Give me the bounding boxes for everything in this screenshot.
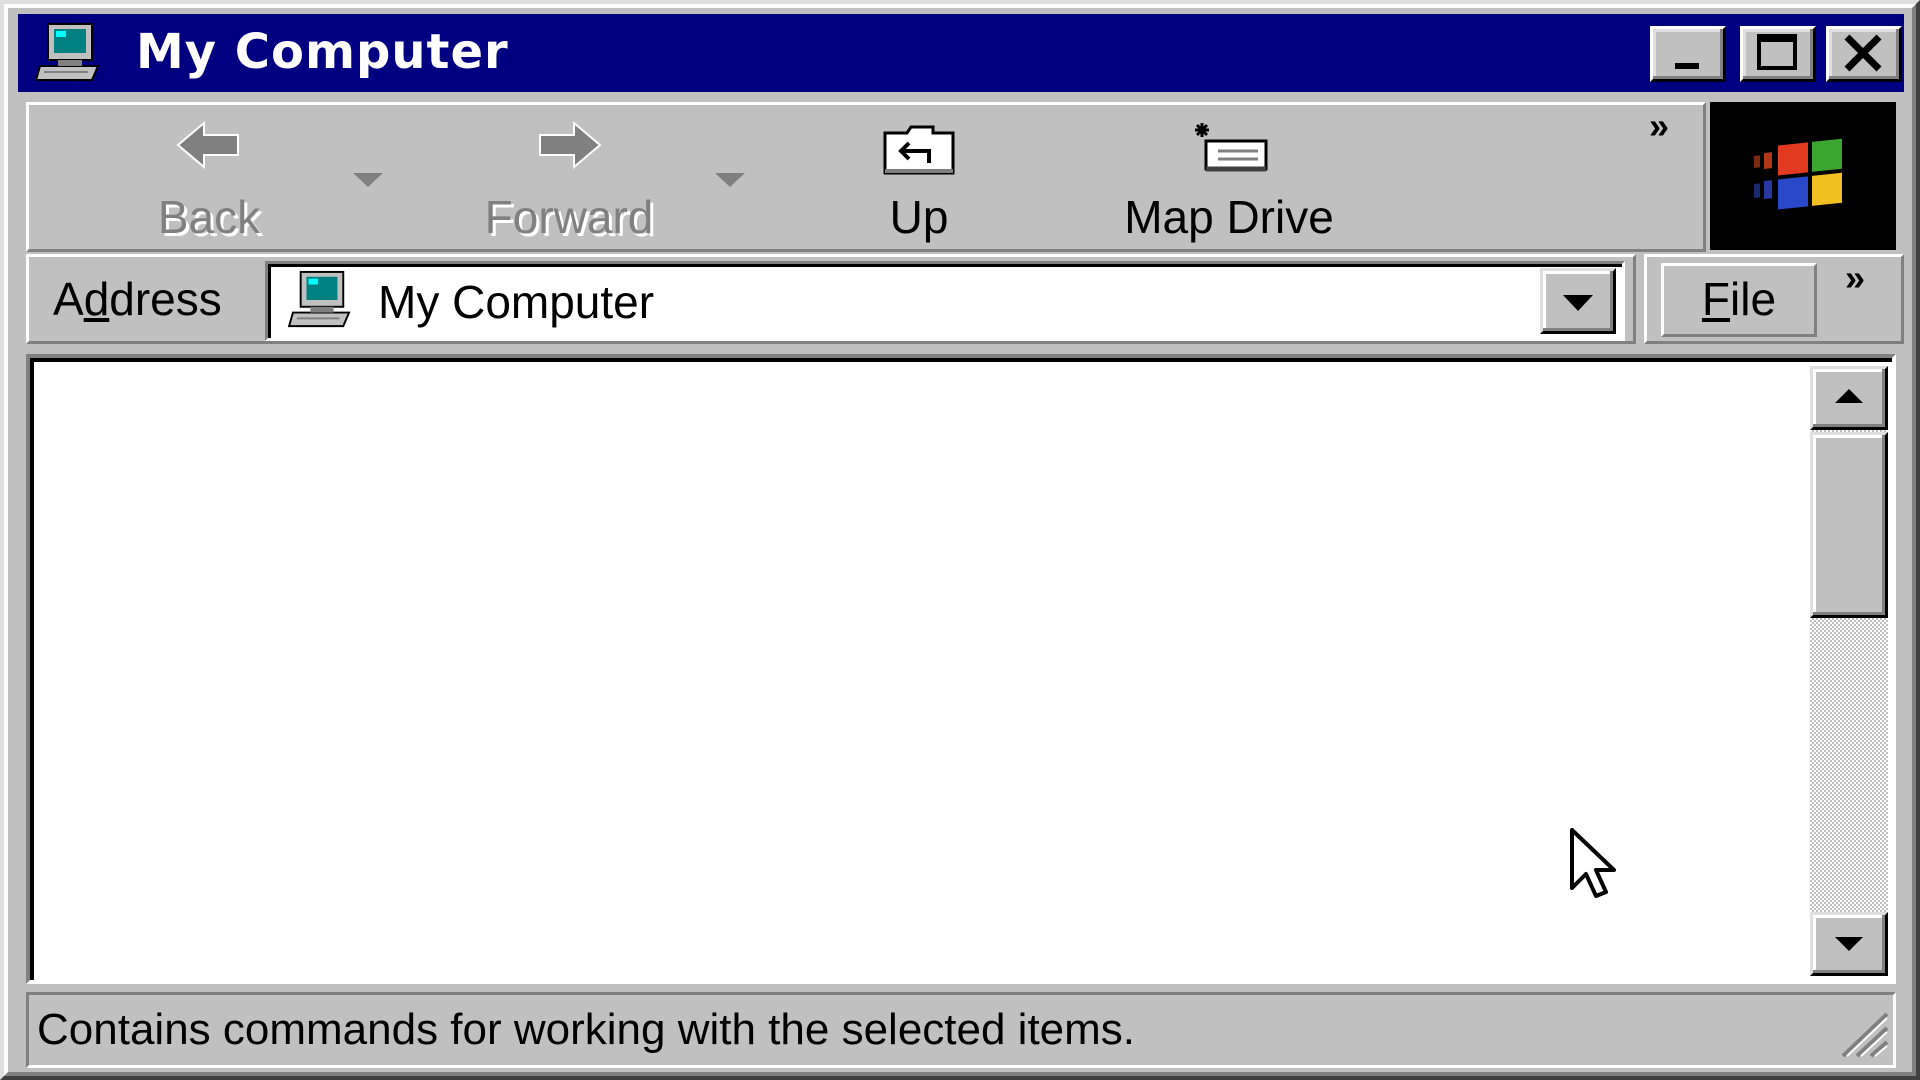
standard-toolbar: Back Forward Up Map Drive » [26, 102, 1706, 252]
up-label: Up [889, 191, 949, 243]
close-button[interactable] [1826, 26, 1902, 82]
explorer-window: My Computer Back Forward Up Map Drive » … [0, 0, 1920, 1080]
address-label: Address [53, 273, 222, 325]
window-title: My Computer [136, 24, 509, 80]
back-label: Back [157, 191, 261, 243]
title-bar[interactable]: My Computer [18, 14, 1904, 92]
address-bar: Address My Computer [26, 254, 1636, 344]
back-dropdown-icon[interactable] [351, 171, 385, 191]
chevron-down-icon [1563, 295, 1593, 311]
forward-dropdown-icon[interactable] [713, 171, 747, 191]
minimize-button[interactable] [1650, 26, 1726, 82]
maximize-icon [1757, 34, 1797, 70]
scroll-thumb[interactable] [1810, 432, 1888, 618]
status-text: Contains commands for working with the s… [37, 1005, 1136, 1054]
arrow-down-icon [1835, 937, 1863, 951]
back-arrow-icon [174, 119, 244, 176]
forward-label: Forward [484, 191, 654, 243]
up-folder-icon [879, 119, 959, 184]
windows-logo [1710, 102, 1896, 250]
up-button[interactable]: Up [839, 115, 999, 245]
my-computer-icon [34, 22, 104, 84]
map-drive-button[interactable]: Map Drive [1079, 115, 1379, 245]
menu-band: File » [1644, 254, 1904, 344]
scroll-up-button[interactable] [1810, 366, 1888, 430]
map-drive-label: Map Drive [1124, 191, 1334, 243]
forward-button[interactable]: Forward [449, 115, 689, 245]
vertical-scrollbar[interactable] [1810, 366, 1888, 976]
scroll-down-button[interactable] [1810, 912, 1888, 976]
menu-chevron-icon[interactable]: » [1845, 257, 1865, 299]
mouse-cursor-icon [1570, 828, 1626, 915]
file-menu[interactable]: File [1661, 263, 1817, 337]
arrow-up-icon [1835, 389, 1863, 403]
address-dropdown-button[interactable] [1540, 268, 1616, 334]
toolbar-chevron-icon[interactable]: » [1649, 105, 1669, 147]
address-value: My Computer [378, 276, 655, 328]
map-network-drive-icon [1184, 119, 1274, 188]
close-icon [1844, 34, 1882, 72]
back-button[interactable]: Back [109, 115, 309, 245]
status-bar: Contains commands for working with the s… [26, 992, 1896, 1068]
minimize-icon [1675, 63, 1699, 69]
my-computer-icon [286, 270, 356, 335]
resize-grip-icon[interactable] [1833, 1008, 1889, 1063]
address-combobox[interactable]: My Computer [265, 261, 1625, 341]
forward-arrow-icon [534, 119, 604, 176]
maximize-button[interactable] [1740, 26, 1816, 82]
